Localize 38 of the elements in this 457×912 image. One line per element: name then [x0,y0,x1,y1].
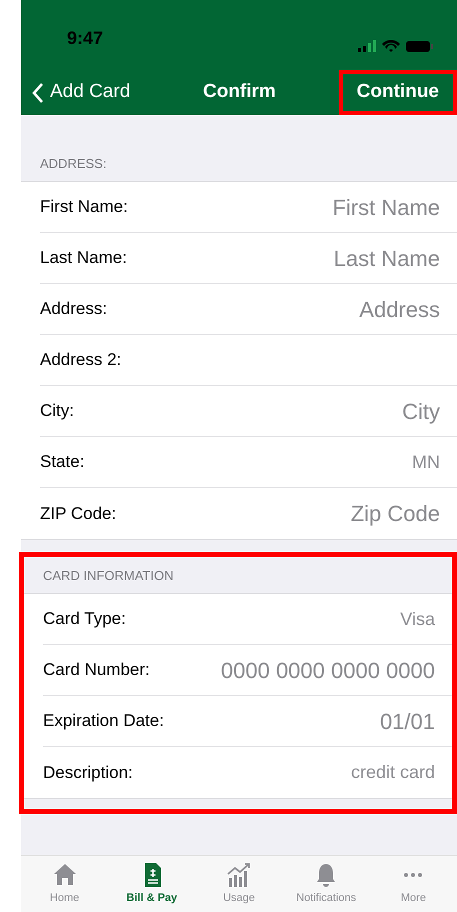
tab-item[interactable]: More [370,856,457,912]
input-field[interactable]: First Name [200,190,440,224]
tab-item[interactable]: Home [21,856,108,912]
tab-item[interactable]: Bill & Pay [108,856,196,912]
bar-chart-icon [225,861,253,890]
section-header: ADDRESS: [40,154,106,172]
field-label: City: [40,400,74,422]
more-icon [404,873,422,878]
input-field[interactable]: credit card [235,759,435,786]
input-field[interactable]: City [200,394,440,428]
battery-icon [406,40,433,52]
field-label: Last Name: [40,247,127,270]
field-label: Address 2: [40,349,122,372]
field-label: First Name: [40,196,128,218]
input-field[interactable]: Address [200,292,440,326]
status-time: 9:47 [67,27,104,50]
wifi-icon [382,40,400,52]
input-field[interactable]: 0000 0000 0000 0000 [195,654,435,686]
section-header: CARD INFORMATION [43,566,174,584]
field-label: Description: [43,762,133,784]
input-field[interactable]: Visa [235,606,435,632]
input-field[interactable]: Zip Code [200,497,440,530]
field-label: Card Number: [43,659,150,682]
input-field[interactable]: MN [240,448,440,476]
input-field[interactable]: Last Name [200,242,440,274]
tab-item[interactable]: Usage [195,856,283,912]
input-field[interactable]: 01/01 [195,704,435,738]
continue-button[interactable]: Continue [338,70,457,115]
nav-title: Confirm [203,80,276,104]
tab-item[interactable]: Notifications [282,856,370,912]
field-label: State: [40,451,84,474]
field-label: Expiration Date: [43,710,164,732]
field-label: ZIP Code: [40,502,116,525]
back-button[interactable]: Add Card [21,78,130,107]
field-label: Address: [40,298,108,320]
signal-icon [358,40,376,52]
back-chevron-icon [31,82,44,104]
field-label: Card Type: [43,608,126,630]
